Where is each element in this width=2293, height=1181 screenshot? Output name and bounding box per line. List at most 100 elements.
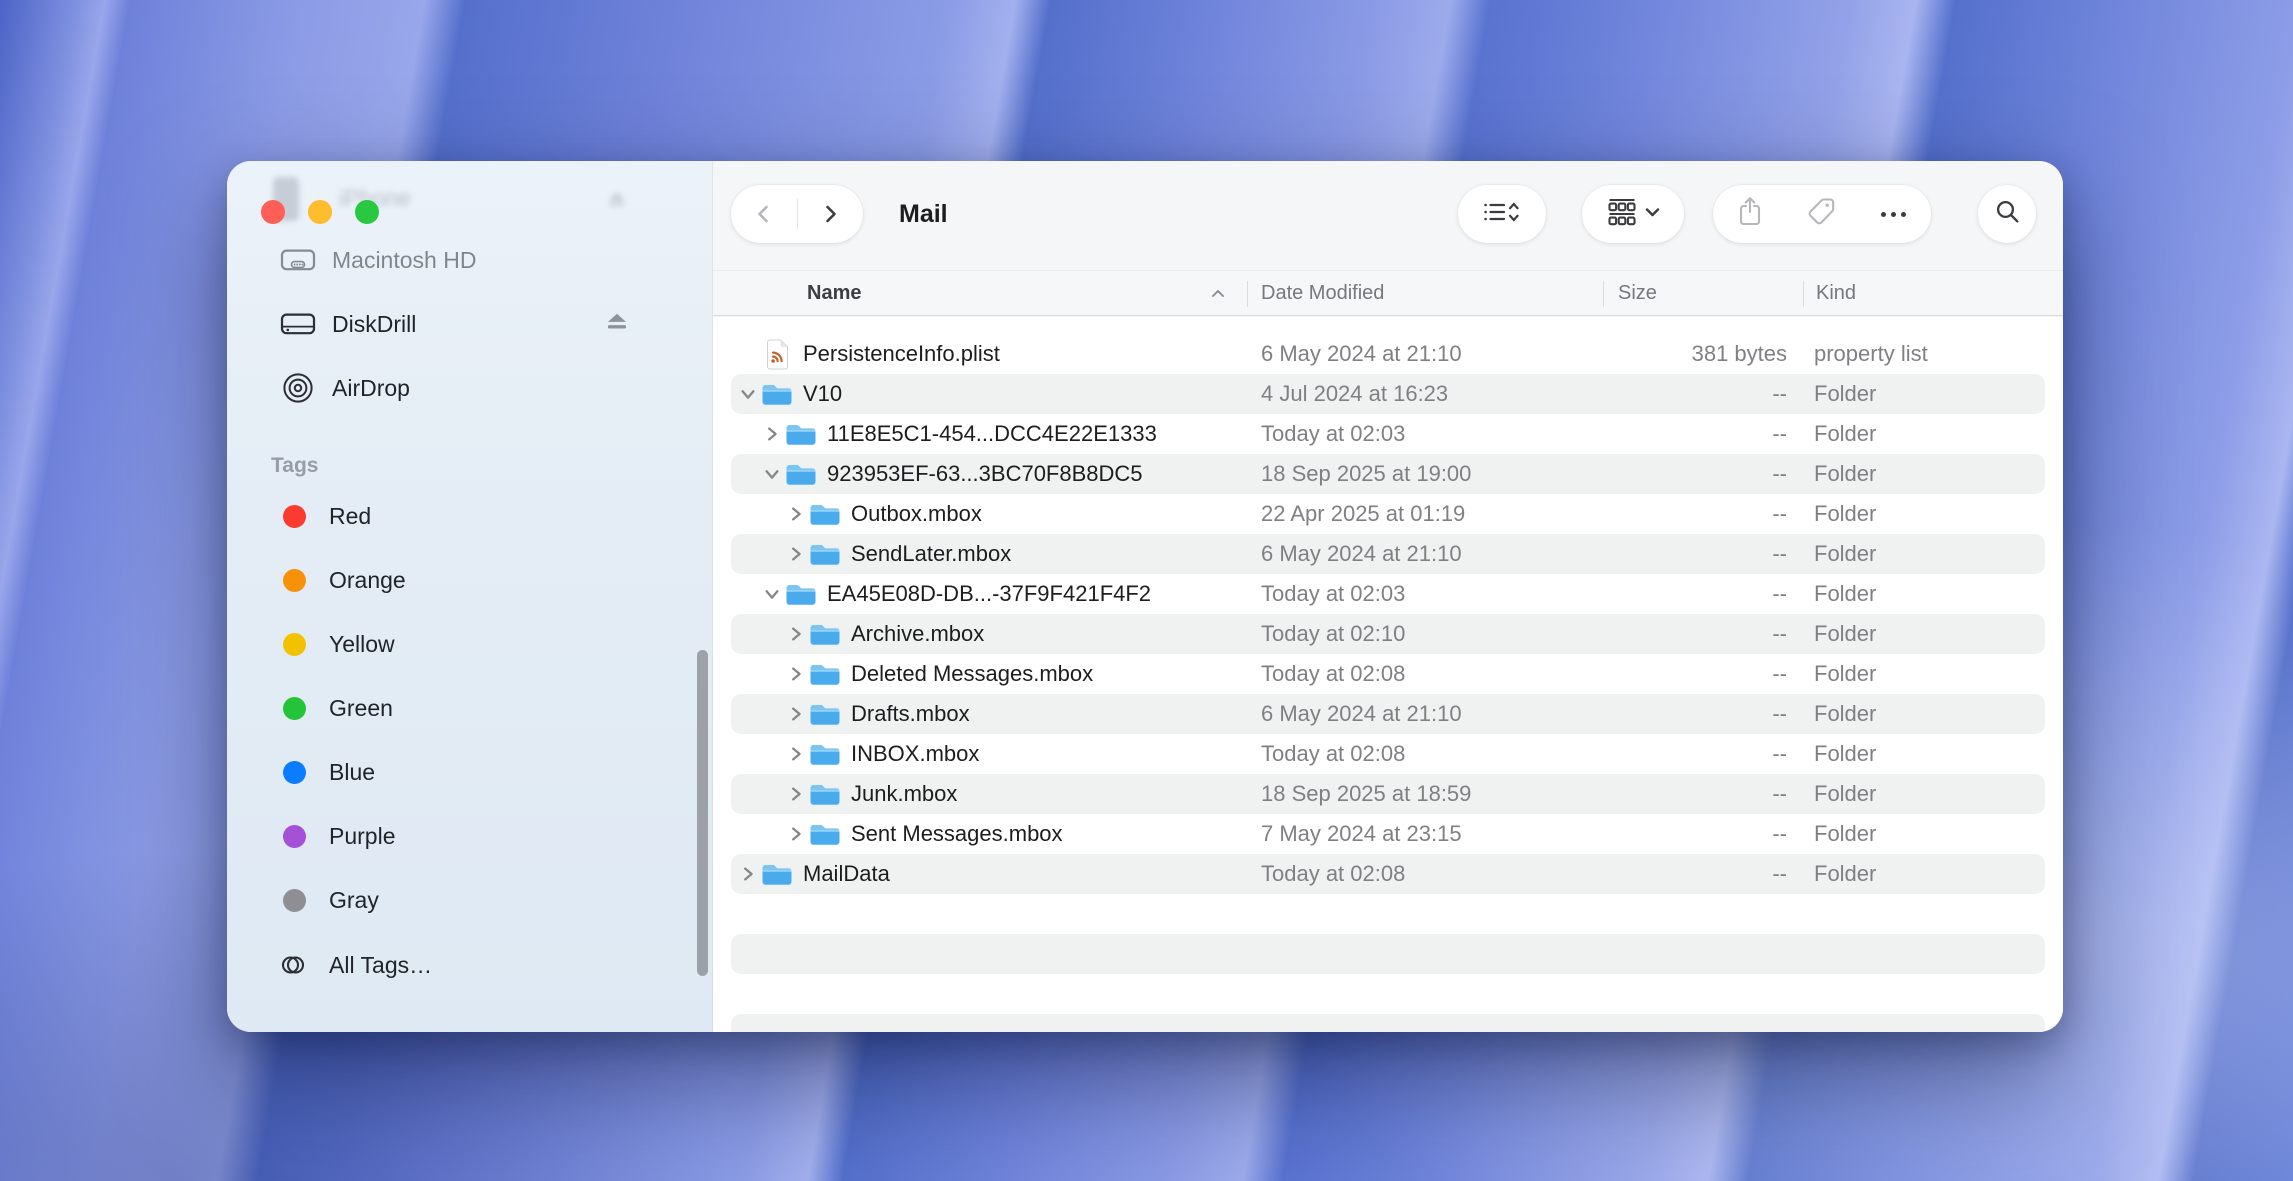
- sort-ascending-icon: [1211, 271, 1225, 315]
- table-row[interactable]: Outbox.mbox22 Apr 2025 at 01:19--Folder: [731, 494, 2045, 534]
- empty-row: [731, 894, 2045, 934]
- folder-icon: [809, 501, 841, 527]
- column-divider[interactable]: [1603, 281, 1604, 307]
- chevron-down-icon: [1645, 205, 1660, 223]
- kind-cell: Folder: [1814, 414, 1876, 454]
- navigation-buttons: [731, 185, 863, 243]
- table-row[interactable]: PersistenceInfo.plist6 May 2024 at 21:10…: [731, 334, 2045, 374]
- column-header-kind[interactable]: Kind: [1816, 271, 1856, 315]
- chevron-right-icon[interactable]: [783, 825, 809, 843]
- sidebar-tag-yellow[interactable]: Yellow: [227, 612, 712, 676]
- column-header-date-modified[interactable]: Date Modified: [1261, 271, 1384, 315]
- action-buttons: [1713, 185, 1931, 243]
- chevron-down-icon[interactable]: [759, 465, 785, 483]
- sidebar-tag-blue[interactable]: Blue: [227, 740, 712, 804]
- folder-icon: [809, 821, 841, 847]
- table-row[interactable]: Drafts.mbox6 May 2024 at 21:10--Folder: [731, 694, 2045, 734]
- size-cell: --: [1772, 654, 1787, 694]
- date-modified-cell: Today at 02:08: [1261, 854, 1405, 894]
- chevron-right-icon[interactable]: [783, 785, 809, 803]
- eject-icon[interactable]: [605, 311, 629, 338]
- content-pane: Mail Name Date Modified Size: [713, 161, 2063, 1032]
- sidebar-tag-gray[interactable]: Gray: [227, 868, 712, 932]
- group-view-button[interactable]: [1582, 185, 1684, 243]
- tag-label: Yellow: [329, 631, 395, 658]
- sidebar-item-airdrop[interactable]: AirDrop: [227, 356, 712, 420]
- empty-row: [731, 934, 2045, 974]
- size-cell: --: [1772, 854, 1787, 894]
- table-row[interactable]: EA45E08D-DB...-37F9F421F4F2Today at 02:0…: [731, 574, 2045, 614]
- sidebar-tag-purple[interactable]: Purple: [227, 804, 712, 868]
- sidebar-item-diskdrill[interactable]: DiskDrill: [227, 292, 712, 356]
- size-cell: --: [1772, 494, 1787, 534]
- size-cell: --: [1772, 534, 1787, 574]
- kind-cell: Folder: [1814, 694, 1876, 734]
- file-name: Archive.mbox: [851, 621, 984, 647]
- column-divider[interactable]: [1803, 281, 1804, 307]
- column-divider[interactable]: [1247, 281, 1248, 307]
- folder-icon: [809, 781, 841, 807]
- table-row[interactable]: INBOX.mboxToday at 02:08--Folder: [731, 734, 2045, 774]
- table-row[interactable]: Deleted Messages.mboxToday at 02:08--Fol…: [731, 654, 2045, 694]
- chevron-right-icon[interactable]: [783, 505, 809, 523]
- folder-icon: [761, 861, 793, 887]
- column-header-name[interactable]: Name: [807, 271, 861, 315]
- sidebar-ghost-item: iPhone: [227, 161, 712, 231]
- sidebar-tag-red[interactable]: Red: [227, 484, 712, 548]
- size-cell: --: [1772, 414, 1787, 454]
- chevron-right-icon[interactable]: [759, 425, 785, 443]
- kind-cell: Folder: [1814, 374, 1876, 414]
- chevron-right-icon[interactable]: [735, 865, 761, 883]
- more-options-button[interactable]: [1880, 205, 1907, 223]
- folder-icon: [809, 741, 841, 767]
- tag-color-dot: [283, 825, 306, 848]
- sidebar-tag-orange[interactable]: Orange: [227, 548, 712, 612]
- sidebar-scrollbar[interactable]: [697, 650, 708, 976]
- search-button[interactable]: [1978, 185, 2036, 243]
- list-view-sort-button[interactable]: [1458, 185, 1546, 243]
- kind-cell: Folder: [1814, 654, 1876, 694]
- file-name: Outbox.mbox: [851, 501, 982, 527]
- minimize-button[interactable]: [308, 200, 332, 224]
- table-row[interactable]: SendLater.mbox6 May 2024 at 21:10--Folde…: [731, 534, 2045, 574]
- chevron-down-icon[interactable]: [735, 385, 761, 403]
- size-cell: --: [1772, 774, 1787, 814]
- table-row[interactable]: Junk.mbox18 Sep 2025 at 18:59--Folder: [731, 774, 2045, 814]
- toolbar: Mail: [713, 161, 2063, 270]
- column-headers: Name Date Modified Size Kind: [713, 270, 2063, 316]
- kind-cell: Folder: [1814, 574, 1876, 614]
- file-name: INBOX.mbox: [851, 741, 979, 767]
- table-row[interactable]: Sent Messages.mbox7 May 2024 at 23:15--F…: [731, 814, 2045, 854]
- date-modified-cell: Today at 02:08: [1261, 734, 1405, 774]
- sidebar-tag-green[interactable]: Green: [227, 676, 712, 740]
- table-row[interactable]: V104 Jul 2024 at 16:23--Folder: [731, 374, 2045, 414]
- zoom-button[interactable]: [355, 200, 379, 224]
- folder-icon: [809, 701, 841, 727]
- column-header-size[interactable]: Size: [1618, 271, 1657, 315]
- table-row[interactable]: MailDataToday at 02:08--Folder: [731, 854, 2045, 894]
- back-button[interactable]: [732, 185, 797, 243]
- size-cell: 381 bytes: [1692, 334, 1787, 374]
- sidebar-item-all-tags[interactable]: All Tags…: [227, 933, 712, 997]
- chevron-right-icon[interactable]: [783, 545, 809, 563]
- share-button[interactable]: [1737, 196, 1763, 232]
- folder-icon: [809, 621, 841, 647]
- empty-row: [731, 974, 2045, 1014]
- table-row[interactable]: 923953EF-63...3BC70F8B8DC518 Sep 2025 at…: [731, 454, 2045, 494]
- table-row[interactable]: Archive.mboxToday at 02:10--Folder: [731, 614, 2045, 654]
- chevron-right-icon[interactable]: [783, 625, 809, 643]
- sidebar-item-macintosh-hd[interactable]: Macintosh HD: [227, 228, 712, 292]
- tag-button[interactable]: [1807, 197, 1836, 231]
- forward-button[interactable]: [798, 185, 863, 243]
- chevron-right-icon[interactable]: [783, 665, 809, 683]
- table-row[interactable]: 11E8E5C1-454...DCC4E22E1333Today at 02:0…: [731, 414, 2045, 454]
- chevron-right-icon[interactable]: [783, 745, 809, 763]
- chevron-right-icon[interactable]: [783, 705, 809, 723]
- date-modified-cell: 18 Sep 2025 at 19:00: [1261, 454, 1471, 494]
- tag-label: Green: [329, 695, 393, 722]
- close-button[interactable]: [261, 200, 285, 224]
- sidebar-tags-header: Tags: [271, 454, 318, 478]
- sidebar-tags: RedOrange Yellow Green BluePurpleGray: [227, 484, 712, 932]
- file-name: EA45E08D-DB...-37F9F421F4F2: [827, 581, 1151, 607]
- chevron-down-icon[interactable]: [759, 585, 785, 603]
